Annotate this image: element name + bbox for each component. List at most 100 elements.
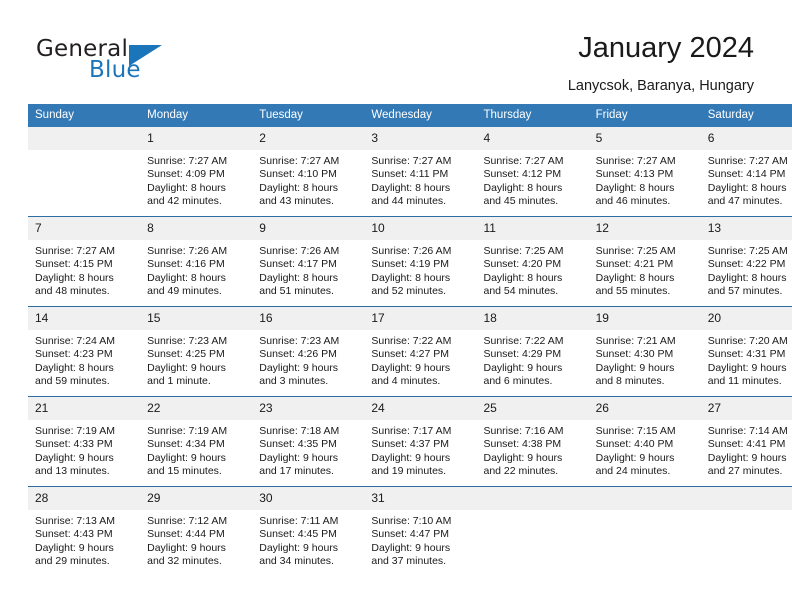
calendar-day-cell[interactable]: 11 Sunrise: 7:25 AM Sunset: 4:20 PM Dayligh… <box>476 216 589 307</box>
day-number: 1 <box>140 127 253 150</box>
daylight-text: Daylight: 8 hours <box>483 271 563 284</box>
calendar-day-cell[interactable]: 10 Sunrise: 7:26 AM Sunset: 4:19 PM Dayligh… <box>364 216 477 307</box>
calendar-day-cell[interactable]: 6 Sunrise: 7:27 AM Sunset: 4:14 PM Daylight… <box>700 127 792 217</box>
calendar-day-cell[interactable]: 24 Sunrise: 7:17 AM Sunset: 4:37 PM Dayligh… <box>364 396 477 487</box>
sunset-text: Sunset: 4:22 PM <box>707 258 786 271</box>
calendar-day-cell[interactable]: 8 Sunrise: 7:26 AM Sunset: 4:16 PM Daylight… <box>140 216 253 307</box>
day-details: Sunrise: 7:13 AM Sunset: 4:43 PM Daylight:… <box>28 510 140 568</box>
calendar-day-cell[interactable]: 2 Sunrise: 7:27 AM Sunset: 4:10 PM Daylight… <box>252 127 365 217</box>
daylight-text: Daylight: 8 hours <box>371 181 451 194</box>
calendar-day-cell[interactable]: 28 Sunrise: 7:13 AM Sunset: 4:43 PM Dayligh… <box>28 486 141 576</box>
day-number: 3 <box>364 127 477 150</box>
day-number: 14 <box>28 307 141 330</box>
calendar-day-cell[interactable]: 16 Sunrise: 7:23 AM Sunset: 4:26 PM Dayligh… <box>252 306 365 397</box>
day-number: 8 <box>140 217 253 240</box>
daylight-text: and 29 minutes. <box>35 554 110 567</box>
sunset-text: Sunset: 4:37 PM <box>371 438 450 451</box>
day-number: 9 <box>252 217 365 240</box>
calendar-day-cell[interactable]: 23 Sunrise: 7:18 AM Sunset: 4:35 PM Dayligh… <box>252 396 365 487</box>
calendar-day-cell[interactable]: 1 Sunrise: 7:27 AM Sunset: 4:09 PM Daylight… <box>140 127 253 217</box>
day-number: 29 <box>140 487 253 510</box>
calendar-day-cell-empty <box>700 486 792 576</box>
daylight-text: Daylight: 9 hours <box>483 451 563 464</box>
calendar-day-cell-empty <box>588 486 701 576</box>
calendar-day-cell[interactable]: 9 Sunrise: 7:26 AM Sunset: 4:17 PM Daylight… <box>252 216 365 307</box>
sunset-text: Sunset: 4:14 PM <box>707 168 786 181</box>
daylight-text: Daylight: 8 hours <box>707 181 787 194</box>
daylight-text: Daylight: 8 hours <box>595 271 675 284</box>
day-number: 25 <box>476 397 589 420</box>
calendar-day-cell[interactable]: 12 Sunrise: 7:25 AM Sunset: 4:21 PM Dayligh… <box>588 216 701 307</box>
sunrise-text: Sunrise: 7:23 AM <box>147 335 228 347</box>
sunrise-text: Sunrise: 7:14 AM <box>707 425 788 437</box>
daylight-text: Daylight: 9 hours <box>259 451 339 464</box>
weekday-header-monday: Monday <box>140 104 253 127</box>
sunset-text: Sunset: 4:26 PM <box>259 348 337 361</box>
daylight-text: and 4 minutes. <box>371 374 441 387</box>
day-number: 7 <box>28 217 141 240</box>
day-details: Sunrise: 7:12 AM Sunset: 4:44 PM Daylight:… <box>140 510 252 568</box>
calendar-day-cell[interactable]: 15 Sunrise: 7:23 AM Sunset: 4:25 PM Dayligh… <box>140 306 253 397</box>
calendar-day-cell[interactable]: 30 Sunrise: 7:11 AM Sunset: 4:45 PM Dayligh… <box>252 486 365 576</box>
day-number: 30 <box>252 487 365 510</box>
calendar-day-cell[interactable]: 18 Sunrise: 7:22 AM Sunset: 4:29 PM Dayligh… <box>476 306 589 397</box>
daylight-text: Daylight: 9 hours <box>147 451 226 464</box>
sunset-text: Sunset: 4:40 PM <box>595 438 674 451</box>
calendar-day-cell[interactable]: 13 Sunrise: 7:25 AM Sunset: 4:22 PM Dayligh… <box>700 216 792 307</box>
calendar-day-cell[interactable]: 31 Sunrise: 7:10 AM Sunset: 4:47 PM Dayligh… <box>364 486 477 576</box>
sunrise-text: Sunrise: 7:22 AM <box>371 335 452 347</box>
calendar-day-cell[interactable]: 29 Sunrise: 7:12 AM Sunset: 4:44 PM Dayligh… <box>140 486 253 576</box>
calendar-day-cell[interactable]: 4 Sunrise: 7:27 AM Sunset: 4:12 PM Daylight… <box>476 127 589 217</box>
day-details: Sunrise: 7:27 AM Sunset: 4:15 PM Daylight:… <box>28 240 140 298</box>
day-details: Sunrise: 7:21 AM Sunset: 4:30 PM Daylight:… <box>589 330 701 388</box>
calendar-day-cell[interactable]: 17 Sunrise: 7:22 AM Sunset: 4:27 PM Dayligh… <box>364 306 477 397</box>
calendar-day-cell[interactable]: 27 Sunrise: 7:14 AM Sunset: 4:41 PM Dayligh… <box>700 396 792 487</box>
day-number: 23 <box>252 397 365 420</box>
daylight-text: and 34 minutes. <box>259 554 334 567</box>
calendar-day-cell[interactable]: 20 Sunrise: 7:20 AM Sunset: 4:31 PM Dayligh… <box>700 306 792 397</box>
daylight-text: Daylight: 9 hours <box>35 451 114 464</box>
day-details: Sunrise: 7:27 AM Sunset: 4:11 PM Daylight:… <box>364 150 476 208</box>
day-details: Sunrise: 7:24 AM Sunset: 4:23 PM Daylight:… <box>28 330 140 388</box>
sunrise-text: Sunrise: 7:17 AM <box>371 425 452 437</box>
day-details: Sunrise: 7:27 AM Sunset: 4:13 PM Daylight:… <box>589 150 701 208</box>
brand-logo[interactable]: General Blue <box>36 36 236 88</box>
day-number: 10 <box>364 217 477 240</box>
calendar-day-cell[interactable]: 26 Sunrise: 7:15 AM Sunset: 4:40 PM Dayligh… <box>588 396 701 487</box>
calendar-week-row: 14 Sunrise: 7:24 AM Sunset: 4:23 PM Dayligh… <box>28 306 792 397</box>
day-details: Sunrise: 7:15 AM Sunset: 4:40 PM Daylight:… <box>589 420 701 478</box>
day-details: Sunrise: 7:23 AM Sunset: 4:25 PM Daylight:… <box>140 330 252 388</box>
sunrise-text: Sunrise: 7:26 AM <box>147 245 228 257</box>
calendar-page: General Blue January 2024 Lanycsok, Bara… <box>0 0 792 612</box>
daylight-text: Daylight: 9 hours <box>147 361 226 374</box>
day-details: Sunrise: 7:14 AM Sunset: 4:41 PM Daylight:… <box>701 420 792 478</box>
daylight-text: and 24 minutes. <box>595 464 671 477</box>
daylight-text: Daylight: 9 hours <box>371 361 451 374</box>
sunset-text: Sunset: 4:30 PM <box>595 348 674 361</box>
day-number: 31 <box>364 487 477 510</box>
sunset-text: Sunset: 4:29 PM <box>483 348 562 361</box>
sunset-text: Sunset: 4:15 PM <box>35 258 113 271</box>
calendar-day-cell[interactable]: 19 Sunrise: 7:21 AM Sunset: 4:30 PM Dayligh… <box>588 306 701 397</box>
day-details: Sunrise: 7:10 AM Sunset: 4:47 PM Daylight:… <box>364 510 476 568</box>
daylight-text: and 8 minutes. <box>595 374 665 387</box>
calendar-day-cell[interactable]: 21 Sunrise: 7:19 AM Sunset: 4:33 PM Dayligh… <box>28 396 141 487</box>
calendar-day-cell[interactable]: 5 Sunrise: 7:27 AM Sunset: 4:13 PM Daylight… <box>588 127 701 217</box>
calendar-day-cell[interactable]: 25 Sunrise: 7:16 AM Sunset: 4:38 PM Dayligh… <box>476 396 589 487</box>
calendar-day-cell[interactable]: 3 Sunrise: 7:27 AM Sunset: 4:11 PM Daylight… <box>364 127 477 217</box>
day-details: Sunrise: 7:26 AM Sunset: 4:17 PM Daylight:… <box>252 240 364 298</box>
day-number <box>476 487 589 510</box>
calendar-day-cell[interactable]: 7 Sunrise: 7:27 AM Sunset: 4:15 PM Daylight… <box>28 216 141 307</box>
sunset-text: Sunset: 4:31 PM <box>707 348 786 361</box>
sunrise-text: Sunrise: 7:19 AM <box>35 425 115 437</box>
daylight-text: Daylight: 8 hours <box>35 271 114 284</box>
location-subtitle: Lanycsok, Baranya, Hungary <box>567 78 754 94</box>
sunrise-text: Sunrise: 7:22 AM <box>483 335 564 347</box>
sunset-text: Sunset: 4:41 PM <box>707 438 786 451</box>
day-details: Sunrise: 7:16 AM Sunset: 4:38 PM Daylight:… <box>477 420 589 478</box>
daylight-text: and 37 minutes. <box>371 554 447 567</box>
calendar-day-cell[interactable]: 14 Sunrise: 7:24 AM Sunset: 4:23 PM Dayligh… <box>28 306 141 397</box>
day-number <box>700 487 792 510</box>
calendar-day-cell[interactable]: 22 Sunrise: 7:19 AM Sunset: 4:34 PM Dayligh… <box>140 396 253 487</box>
daylight-text: Daylight: 9 hours <box>707 451 787 464</box>
